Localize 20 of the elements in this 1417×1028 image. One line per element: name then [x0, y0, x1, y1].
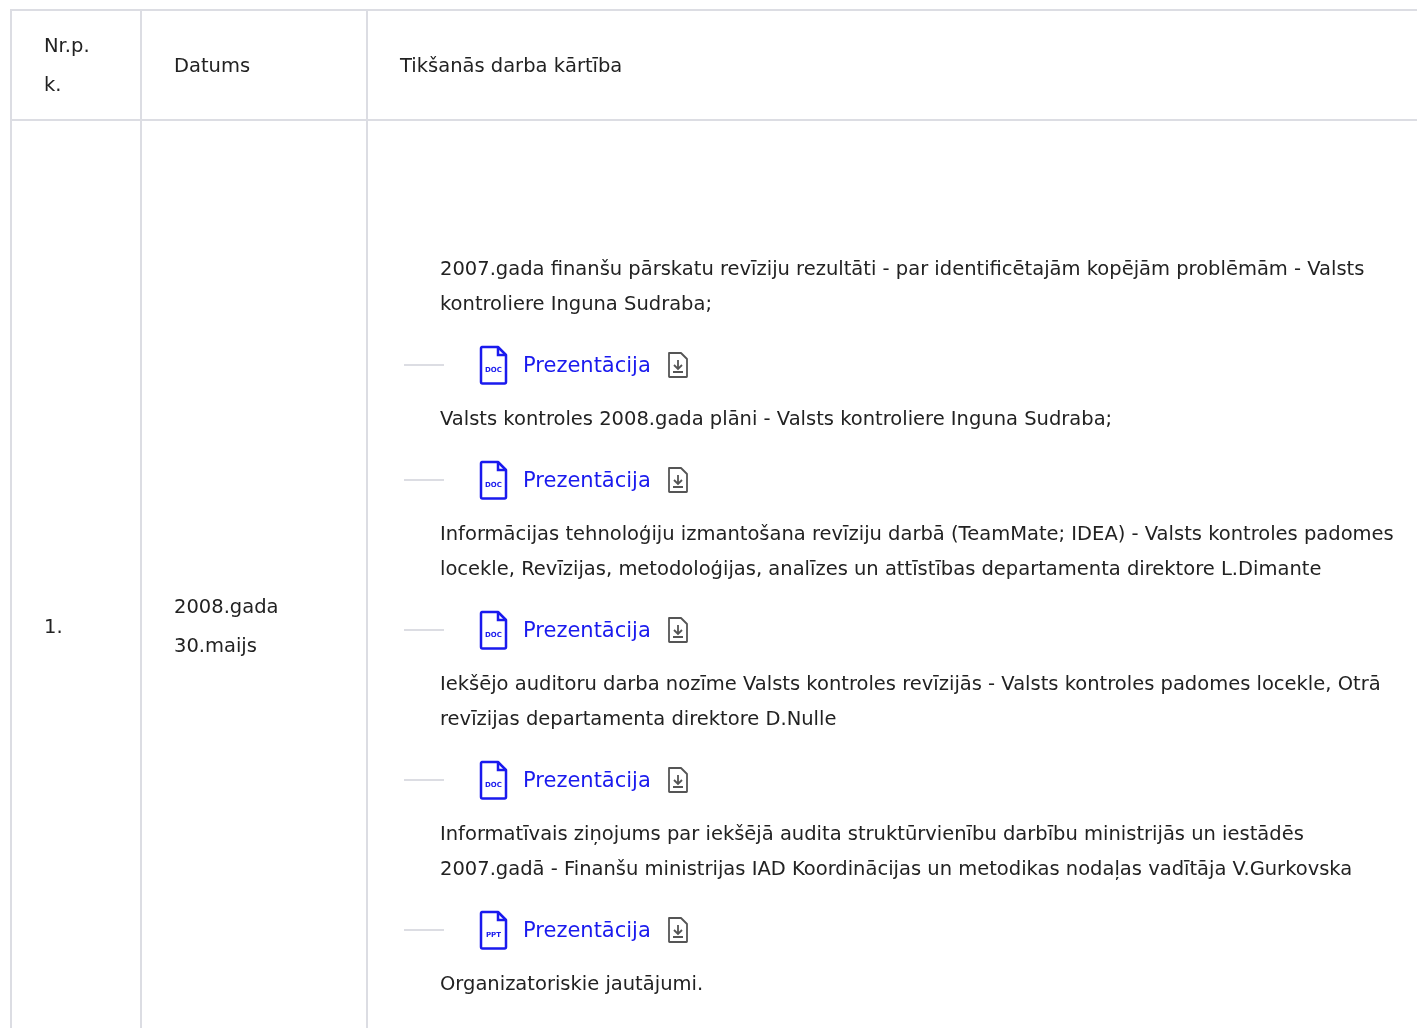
presentation-link[interactable]: Prezentācija [523, 610, 651, 650]
presentation-link[interactable]: Prezentācija [523, 460, 651, 500]
presentation-link[interactable]: Prezentācija [523, 345, 651, 385]
table-cell: 1. [11, 120, 141, 1028]
column-header: Tikšanās darba kārtība [367, 10, 1417, 120]
agenda-item: Informatīvais ziņojums par iekšējā audita struktūrvienību darbību ministrijās un iestādēs 2007.gadā - Finanšu ministrijas IAD Koordinācijas un metodikas nodaļas vadītāja V.Gurkovska [440, 821, 1354, 882]
download-icon[interactable] [666, 466, 689, 494]
agenda-item: Valsts kontroles 2008.gada plāni - Valsts kontroliere Inguna Sudraba; [440, 406, 1114, 432]
column-header: Nr.p. k. [11, 10, 141, 120]
agenda-item: Informācijas tehnoloģiju izmantošana revīziju darbā (TeamMate; IDEA) - Valsts kontroles padomes locekle, Revīzijas, metodoloģijas, analīzes un attīstības departamenta direktore L.Dimante [440, 521, 1395, 582]
download-icon[interactable] [666, 351, 689, 379]
presentation-link[interactable]: Prezentācija [523, 910, 651, 950]
agenda-item: Organizatoriskie jautājumi. [440, 971, 705, 997]
download-icon[interactable] [666, 616, 689, 644]
agenda-item: 2007.gada finanšu pārskatu revīziju rezultāti - par identificētajām kopējām problēmām - Valsts kontroliere Inguna Sudraba; [440, 256, 1366, 317]
agenda-item: Iekšējo auditoru darba nozīme Valsts kontroles revīzijās - Valsts kontroles padomes locekle, Otrā revīzijas departamenta direktore D.Nulle [440, 671, 1382, 732]
column-header: Datums [141, 10, 367, 120]
download-icon[interactable] [666, 766, 689, 794]
presentation-link[interactable]: Prezentācija [523, 760, 651, 800]
download-icon[interactable] [666, 916, 689, 944]
